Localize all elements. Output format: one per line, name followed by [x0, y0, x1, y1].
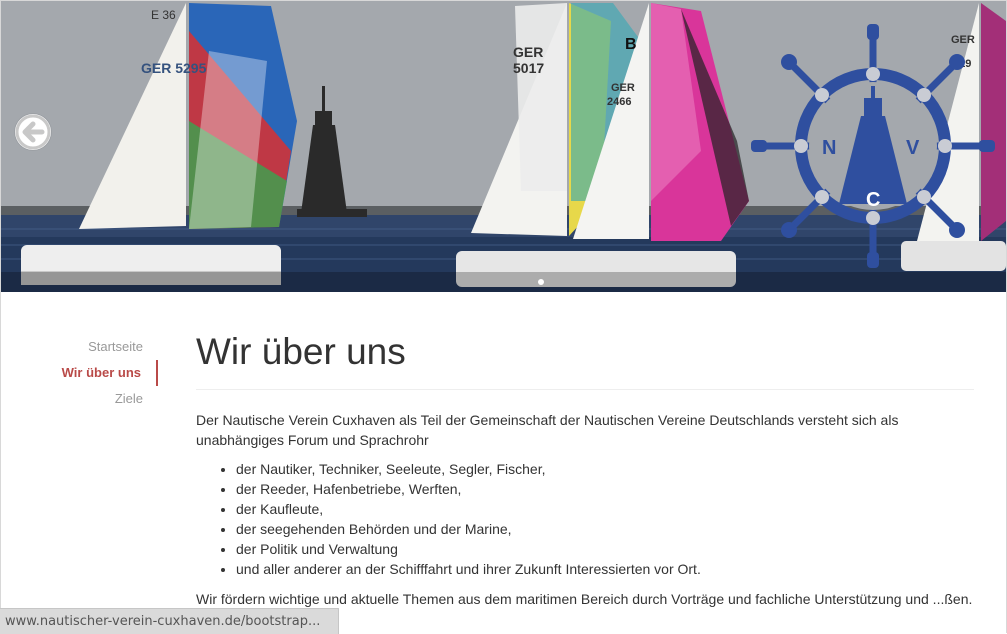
svg-text:N: N — [822, 137, 836, 159]
intro-paragraph: Der Nautische Verein Cuxhaven als Teil d… — [196, 412, 899, 448]
svg-text:2466: 2466 — [607, 96, 631, 108]
carousel-prev-button[interactable] — [15, 114, 51, 150]
svg-text:GER: GER — [513, 44, 543, 60]
svg-text:GER 5295: GER 5295 — [141, 60, 207, 76]
nav-item-startseite[interactable]: Startseite — [40, 334, 158, 360]
list-item: der Kaufleute, — [236, 499, 974, 519]
svg-text:5017: 5017 — [513, 60, 544, 76]
main-content: Wir über uns Der Nautische Verein Cuxhav… — [196, 326, 974, 609]
list-item: der Reeder, Hafenbetriebe, Werften, — [236, 479, 974, 499]
svg-text:GER: GER — [611, 82, 635, 94]
hero-carousel: GER 5295 E 36 GER 5017 GER 2466 B GER N … — [1, 1, 1006, 292]
svg-text:C: C — [866, 189, 880, 211]
second-paragraph: Wir fördern wichtige und aktuelle Themen… — [196, 591, 973, 607]
browser-status-bar: www.nautischer-verein-cuxhaven.de/bootst… — [0, 608, 339, 634]
carousel-indicator-active[interactable] — [538, 279, 544, 285]
sidebar-nav: Startseite Wir über uns Ziele — [40, 334, 158, 412]
carousel-indicator-bar — [1, 272, 1006, 292]
hero-image: GER 5295 E 36 GER 5017 GER 2466 B GER N … — [1, 1, 1006, 292]
list-item: der Politik und Verwaltung — [236, 539, 974, 559]
svg-text:E 36: E 36 — [151, 8, 176, 22]
arrow-left-circle-icon — [15, 114, 51, 150]
member-groups-list: der Nautiker, Techniker, Seeleute, Segle… — [196, 459, 974, 579]
list-item: der seegehenden Behörden und der Marine, — [236, 519, 974, 539]
nav-item-ziele[interactable]: Ziele — [40, 386, 158, 412]
page-title: Wir über uns — [196, 326, 974, 390]
svg-text:B: B — [625, 36, 637, 53]
club-logo: N V C — [751, 24, 995, 268]
list-item: und aller anderer an der Schifffahrt und… — [236, 559, 974, 579]
svg-text:GER: GER — [951, 34, 975, 46]
svg-text:V: V — [906, 137, 920, 159]
list-item: der Nautiker, Techniker, Seeleute, Segle… — [236, 459, 974, 479]
nav-item-wir-ueber-uns[interactable]: Wir über uns — [40, 360, 158, 386]
